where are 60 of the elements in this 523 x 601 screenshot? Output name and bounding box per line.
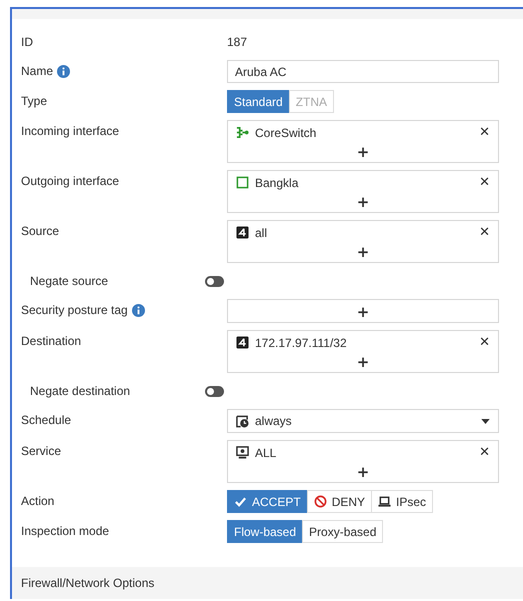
- add-button[interactable]: +: [356, 192, 370, 211]
- name-field[interactable]: Aruba AC: [227, 60, 499, 83]
- field-label: Negate source: [30, 274, 108, 288]
- segment-option[interactable]: ACCEPT: [227, 490, 308, 513]
- multi-select-field[interactable]: ALL ✕ +: [227, 440, 499, 483]
- selected-entry: ALL: [255, 446, 278, 460]
- segment-option[interactable]: Flow-based: [227, 520, 304, 543]
- selected-entry: CoreSwitch: [255, 126, 318, 140]
- field-label: Action: [21, 494, 54, 508]
- add-button[interactable]: +: [356, 302, 370, 321]
- field-label: Schedule: [21, 413, 72, 427]
- toggle-switch[interactable]: [205, 386, 224, 396]
- multi-select-field[interactable]: +: [227, 299, 499, 323]
- address-icon: [236, 336, 249, 349]
- remove-button[interactable]: ✕: [479, 175, 490, 190]
- field-label: Negate destination: [30, 384, 130, 398]
- segment-option[interactable]: DENY: [306, 490, 372, 513]
- calendar-clock-icon: [236, 414, 249, 428]
- field-label: Destination: [21, 334, 82, 348]
- toggle-switch[interactable]: [205, 276, 224, 286]
- field-label: Type: [21, 94, 48, 108]
- add-button[interactable]: +: [356, 242, 370, 261]
- field-label: Name: [21, 64, 54, 78]
- address-icon: [236, 226, 249, 239]
- field-label: Outgoing interface: [21, 174, 120, 188]
- interface-icon: [236, 126, 249, 139]
- multi-select-field[interactable]: CoreSwitch ✕ +: [227, 120, 499, 163]
- info-icon[interactable]: [132, 304, 145, 316]
- multi-select-field[interactable]: 172.17.97.111/32 ✕ +: [227, 330, 499, 373]
- segment-option[interactable]: Standard: [227, 90, 290, 113]
- square-icon: [236, 176, 249, 189]
- multi-select-field[interactable]: Bangkla ✕ +: [227, 170, 499, 213]
- field-label: Service: [21, 444, 62, 458]
- info-icon[interactable]: [57, 64, 70, 78]
- field-label: Security posture tag: [21, 303, 128, 317]
- prohibited-icon: [314, 495, 327, 508]
- field-label: ID: [21, 35, 33, 49]
- segment-option[interactable]: IPsec: [371, 490, 434, 513]
- add-button[interactable]: +: [356, 142, 370, 161]
- section-header[interactable]: Firewall/Network Options: [12, 567, 523, 599]
- laptop-icon: [378, 495, 392, 508]
- field-label: Source: [21, 224, 60, 238]
- remove-button[interactable]: ✕: [479, 445, 490, 460]
- remove-button[interactable]: ✕: [479, 125, 490, 140]
- selected-entry: Bangkla: [255, 176, 300, 190]
- remove-button[interactable]: ✕: [479, 225, 490, 240]
- selected-entry: 172.17.97.111/32: [255, 336, 348, 350]
- add-button[interactable]: +: [356, 462, 370, 481]
- segment-option[interactable]: Proxy-based: [302, 520, 384, 543]
- caret-icon: [481, 418, 490, 424]
- checkmark-icon: [234, 495, 247, 508]
- monitor-icon: [236, 446, 249, 459]
- remove-button[interactable]: ✕: [479, 335, 490, 350]
- field-label: Incoming interface: [21, 124, 120, 138]
- add-button[interactable]: +: [356, 352, 370, 371]
- field-label: Inspection mode: [21, 524, 110, 538]
- schedule-dropdown[interactable]: always: [227, 409, 499, 433]
- selected-entry: all: [255, 226, 268, 240]
- multi-select-field[interactable]: all ✕ +: [227, 220, 499, 263]
- id-value: 187: [227, 34, 248, 51]
